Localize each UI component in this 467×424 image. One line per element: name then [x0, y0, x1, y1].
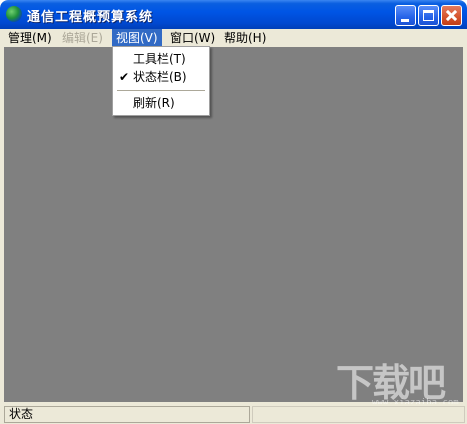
menu-separator: [117, 90, 205, 91]
status-pane-secondary: [252, 406, 465, 423]
watermark-logo: 下载吧 www.xiazaiba.com: [336, 352, 464, 412]
close-icon: [442, 6, 461, 25]
view-menu-toolbar-label: 工具栏(T): [133, 52, 186, 66]
view-menu-toolbar[interactable]: 工具栏(T): [115, 50, 207, 68]
menu-view[interactable]: 视图(V): [112, 29, 162, 47]
mdi-client-area[interactable]: [4, 47, 463, 402]
globe-app-icon: [6, 6, 22, 22]
minimize-button[interactable]: [395, 5, 416, 26]
menu-manage[interactable]: 管理(M): [4, 29, 56, 47]
status-pane-main: 状态: [4, 406, 250, 423]
view-menu-statusbar-label: 状态栏(B): [133, 70, 187, 84]
checkmark-icon: ✔: [119, 70, 130, 84]
title-bar[interactable]: 通信工程概预算系统: [0, 0, 467, 29]
menu-help[interactable]: 帮助(H): [220, 29, 270, 47]
view-dropdown-menu: 工具栏(T) ✔ 状态栏(B) 刷新(R): [112, 46, 210, 116]
menu-bar: 管理(M) 编辑(E) 视图(V) 窗口(W) 帮助(H): [0, 29, 467, 47]
window-title: 通信工程概预算系统: [27, 10, 154, 25]
view-menu-refresh-label: 刷新(R): [133, 96, 175, 110]
view-menu-refresh[interactable]: 刷新(R): [115, 94, 207, 112]
status-bar: 状态: [0, 404, 467, 424]
maximize-icon: [423, 10, 434, 21]
view-menu-statusbar[interactable]: ✔ 状态栏(B): [115, 68, 207, 86]
menu-edit[interactable]: 编辑(E): [58, 29, 107, 47]
minimize-icon: [401, 19, 409, 22]
close-button[interactable]: [441, 5, 462, 26]
menu-window[interactable]: 窗口(W): [166, 29, 219, 47]
maximize-button[interactable]: [418, 5, 439, 26]
app-window: 通信工程概预算系统 管理(M) 编辑(E) 视图(V) 窗口(W) 帮助(H) …: [0, 0, 467, 424]
